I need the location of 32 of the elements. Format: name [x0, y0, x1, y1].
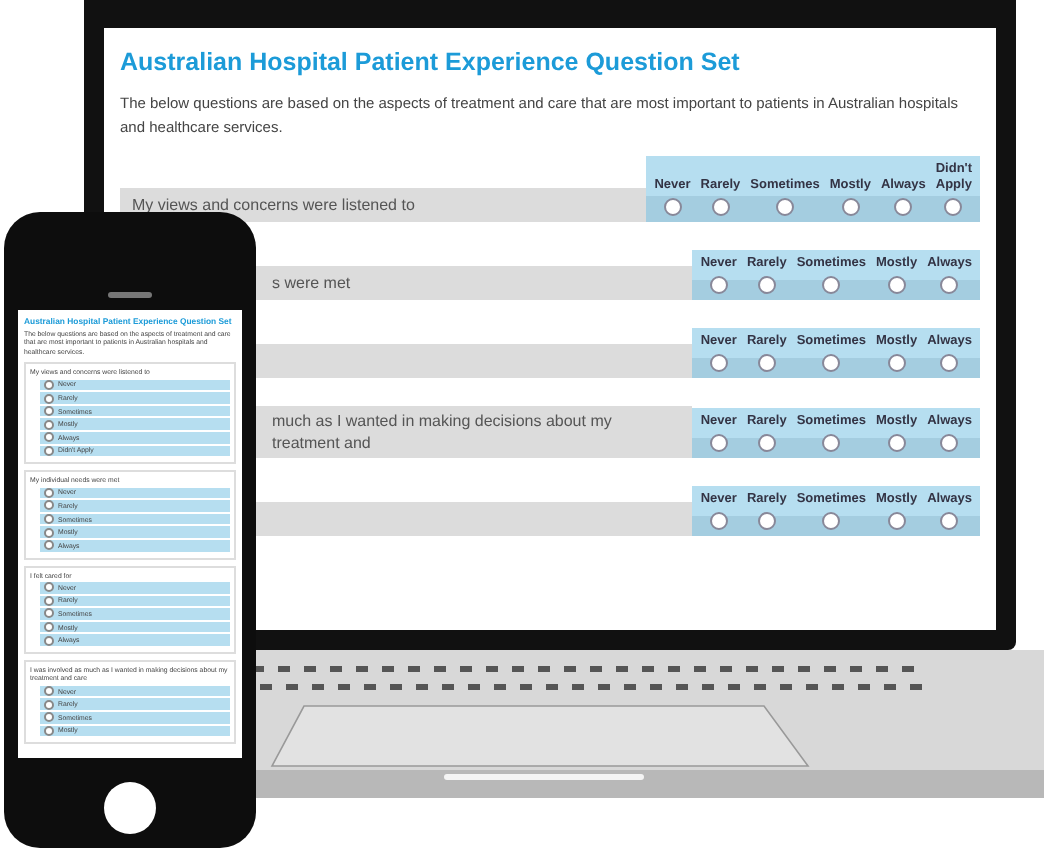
question-text: My views and concerns were listened to	[132, 194, 415, 216]
radio-button[interactable]	[822, 354, 841, 372]
question-text: s were met	[272, 272, 351, 294]
radio-button[interactable]	[841, 198, 860, 216]
question-text: much as I wanted in making decisions about my treatment and	[272, 410, 614, 454]
radio-button[interactable]	[709, 512, 728, 530]
radio-button[interactable]	[757, 512, 776, 530]
radio-button[interactable]	[944, 198, 963, 216]
radio-button[interactable]	[887, 434, 906, 452]
radio-button[interactable]	[894, 198, 913, 216]
radio-button[interactable]	[757, 354, 776, 372]
radio-button[interactable]	[711, 198, 730, 216]
radio-button[interactable]	[940, 354, 959, 372]
radio-button[interactable]	[940, 276, 959, 294]
radio-button[interactable]	[709, 434, 728, 452]
radio-button[interactable]	[822, 512, 841, 530]
radio-button[interactable]	[887, 354, 906, 372]
radio-button[interactable]	[757, 434, 776, 452]
radio-button[interactable]	[940, 434, 959, 452]
radio-button[interactable]	[887, 276, 906, 294]
radio-button[interactable]	[776, 198, 794, 216]
radio-button[interactable]	[822, 434, 841, 452]
radio-button[interactable]	[663, 198, 682, 216]
radio-button[interactable]	[709, 354, 728, 372]
radio-button[interactable]	[709, 276, 728, 294]
radio-button[interactable]	[887, 512, 906, 530]
speaker-icon	[108, 292, 152, 298]
radio-button[interactable]	[940, 512, 959, 530]
radio-button[interactable]	[757, 276, 776, 294]
radio-button[interactable]	[822, 276, 841, 294]
survey-title: Australian Hospital Patient Experience Question Set	[120, 48, 742, 76]
home-button[interactable]	[104, 782, 156, 834]
